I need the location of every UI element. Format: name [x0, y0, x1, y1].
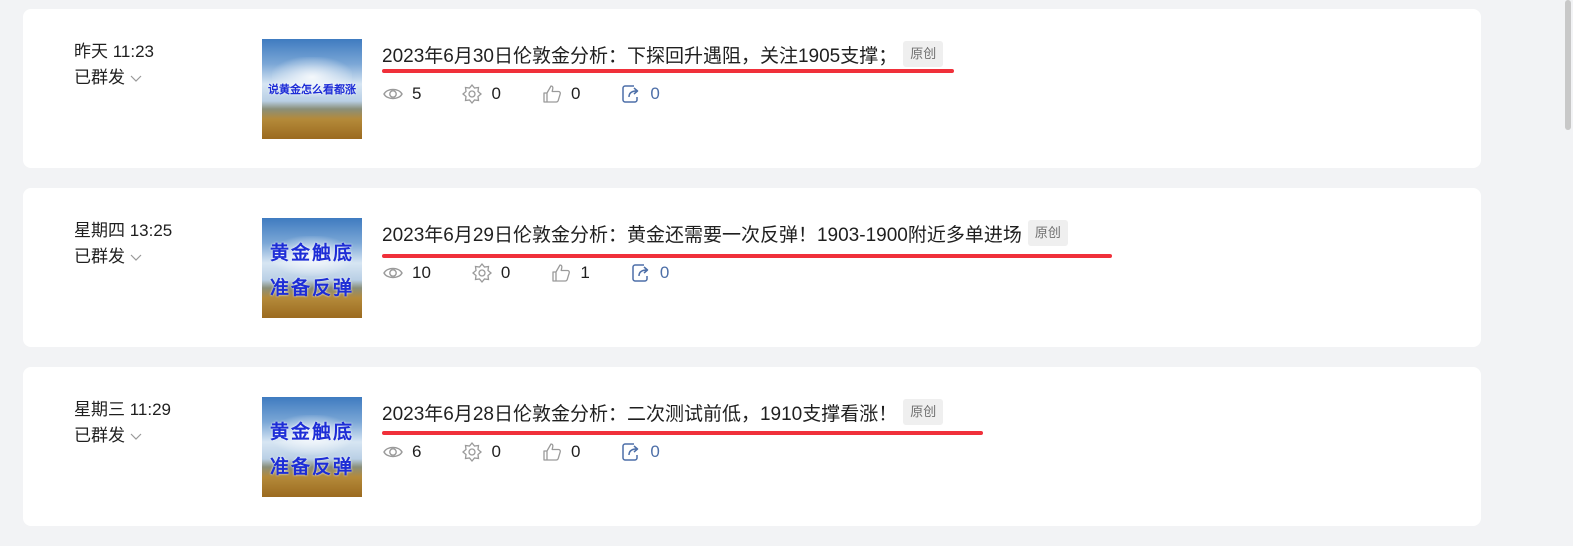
article-card: 昨天 11:23 已群发 说黄金怎么看都涨 2023年6月30日伦敦金分析：下探…	[23, 9, 1481, 168]
title-underline	[382, 254, 1112, 258]
status-label: 已群发	[74, 247, 125, 266]
eye-icon	[383, 88, 403, 100]
wow-icon	[462, 83, 483, 105]
article-thumbnail[interactable]: 黄金触底 准备反弹	[262, 397, 362, 497]
thumbnail-text: 说黄金怎么看都涨	[268, 83, 356, 96]
thumbs-up-icon	[552, 264, 571, 282]
shares-stat: 0	[620, 83, 660, 105]
likes-stat: 0	[541, 441, 580, 463]
wows-stat: 0	[471, 262, 510, 284]
article-meta: 星期四 13:25 已群发	[74, 218, 172, 270]
article-card: 星期四 13:25 已群发 黄金触底 准备反弹 2023年6月29日伦敦金分析：…	[23, 188, 1481, 347]
original-badge: 原创	[903, 41, 944, 67]
wows-stat: 0	[461, 441, 501, 463]
article-thumbnail[interactable]: 说黄金怎么看都涨	[262, 39, 362, 139]
article-meta: 昨天 11:23 已群发	[74, 39, 154, 91]
article-list: 昨天 11:23 已群发 说黄金怎么看都涨 2023年6月30日伦敦金分析：下探…	[23, 9, 1481, 546]
article-title[interactable]: 2023年6月29日伦敦金分析：黄金还需要一次反弹！1903-1900附近多单进…	[382, 220, 1022, 247]
share-icon	[622, 443, 639, 461]
title-row: 2023年6月29日伦敦金分析：黄金还需要一次反弹！1903-1900附近多单进…	[382, 218, 1068, 248]
article-title[interactable]: 2023年6月28日伦敦金分析：二次测试前低，1910支撑看涨！	[382, 399, 897, 426]
article-stats: 10 0 1 0	[382, 261, 709, 285]
article-card: 星期三 11:29 已群发 黄金触底 准备反弹 2023年6月28日伦敦金分析：…	[23, 367, 1481, 526]
chevron-down-icon	[130, 433, 142, 440]
vertical-scrollbar[interactable]	[1563, 0, 1573, 538]
wows-count: 0	[491, 84, 501, 103]
shares-count: 0	[650, 84, 660, 103]
wow-icon	[462, 441, 483, 463]
thumbnail-text-line2: 准备反弹	[269, 456, 354, 478]
thumbs-up-icon	[543, 443, 561, 461]
views-stat: 10	[382, 262, 431, 284]
shares-stat: 0	[620, 441, 660, 463]
likes-stat: 1	[550, 262, 590, 284]
thumbs-up-icon	[543, 85, 561, 103]
likes-count: 0	[570, 84, 581, 103]
views-count: 5	[412, 84, 422, 103]
status-dropdown[interactable]: 已群发	[74, 423, 171, 449]
views-stat: 6	[382, 441, 421, 463]
scrollbar-thumb[interactable]	[1565, 0, 1571, 130]
chevron-down-icon	[130, 254, 142, 261]
thumbnail-text-line2: 准备反弹	[269, 277, 354, 299]
wows-count: 0	[500, 263, 511, 282]
title-underline	[382, 69, 954, 73]
views-count: 10	[412, 263, 431, 282]
wows-stat: 0	[461, 83, 501, 105]
article-stats: 5 0 0 0	[382, 82, 700, 106]
status-dropdown[interactable]: 已群发	[74, 65, 154, 91]
status-label: 已群发	[74, 68, 125, 87]
publish-time: 昨天 11:23	[74, 42, 155, 61]
status-dropdown[interactable]: 已群发	[74, 244, 172, 270]
article-stats: 6 0 0 0	[382, 440, 700, 464]
shares-stat: 0	[630, 262, 669, 284]
likes-count: 0	[570, 442, 581, 461]
title-row: 2023年6月28日伦敦金分析：二次测试前低，1910支撑看涨！ 原创	[382, 397, 944, 427]
likes-count: 1	[580, 263, 590, 282]
original-badge: 原创	[903, 399, 944, 425]
shares-count: 0	[659, 263, 670, 282]
wow-icon	[471, 262, 492, 284]
article-title[interactable]: 2023年6月30日伦敦金分析：下探回升遇阻，关注1905支撑；	[382, 41, 897, 68]
thumbnail-text-line1: 黄金触底	[269, 421, 354, 443]
share-icon	[622, 85, 639, 103]
views-stat: 5	[382, 83, 421, 105]
share-icon	[632, 264, 649, 282]
publish-time: 星期三 11:29	[74, 400, 172, 419]
views-count: 6	[412, 442, 422, 461]
likes-stat: 0	[541, 83, 580, 105]
chevron-down-icon	[130, 75, 142, 82]
title-row: 2023年6月30日伦敦金分析：下探回升遇阻，关注1905支撑； 原创	[382, 39, 944, 69]
article-meta: 星期三 11:29 已群发	[74, 397, 171, 449]
title-underline	[382, 431, 983, 435]
status-label: 已群发	[74, 426, 125, 445]
thumbnail-text-line1: 黄金触底	[269, 242, 354, 264]
shares-count: 0	[650, 442, 660, 461]
wows-count: 0	[491, 442, 501, 461]
eye-icon	[383, 267, 403, 279]
article-thumbnail[interactable]: 黄金触底 准备反弹	[262, 218, 362, 318]
publish-time: 星期四 13:25	[74, 221, 173, 240]
eye-icon	[383, 446, 403, 458]
original-badge: 原创	[1027, 220, 1068, 246]
